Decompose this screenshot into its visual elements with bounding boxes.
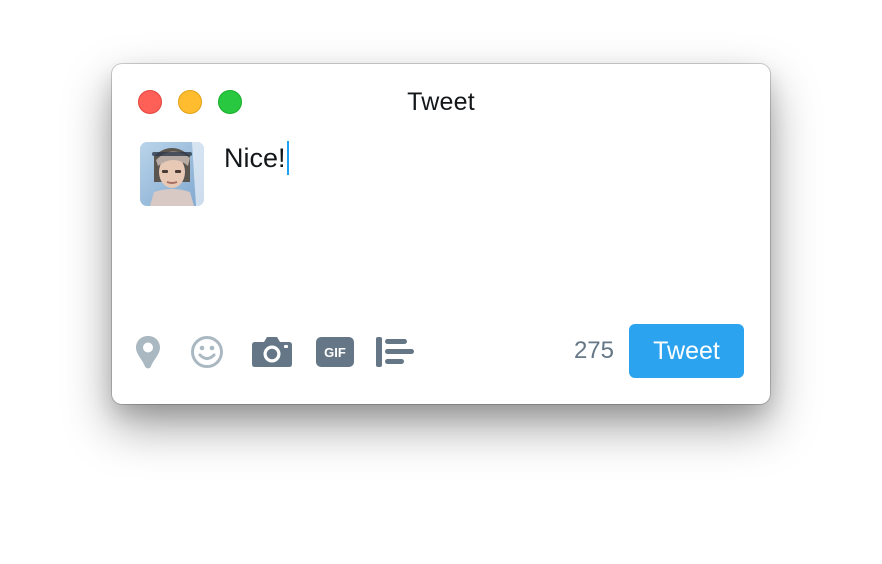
tweet-text-input[interactable]: Nice! [224, 141, 289, 175]
desktop-background: Tweet Nice! GIF 275 Tweet [0, 0, 882, 564]
gif-label: GIF [324, 345, 346, 360]
window-title: Tweet [407, 88, 475, 116]
gif-icon[interactable]: GIF [315, 336, 355, 368]
tweet-button[interactable]: Tweet [629, 324, 744, 378]
avatar[interactable] [140, 142, 204, 206]
poll-icon[interactable] [375, 335, 415, 369]
emoji-icon[interactable] [190, 335, 224, 369]
character-counter: 275 [573, 337, 614, 364]
location-pin-icon[interactable] [134, 334, 162, 370]
camera-icon[interactable] [251, 334, 293, 368]
tweet-text: Nice! [224, 142, 286, 173]
tweet-window: Tweet Nice! GIF 275 Tweet [112, 64, 770, 404]
text-caret [286, 141, 289, 175]
